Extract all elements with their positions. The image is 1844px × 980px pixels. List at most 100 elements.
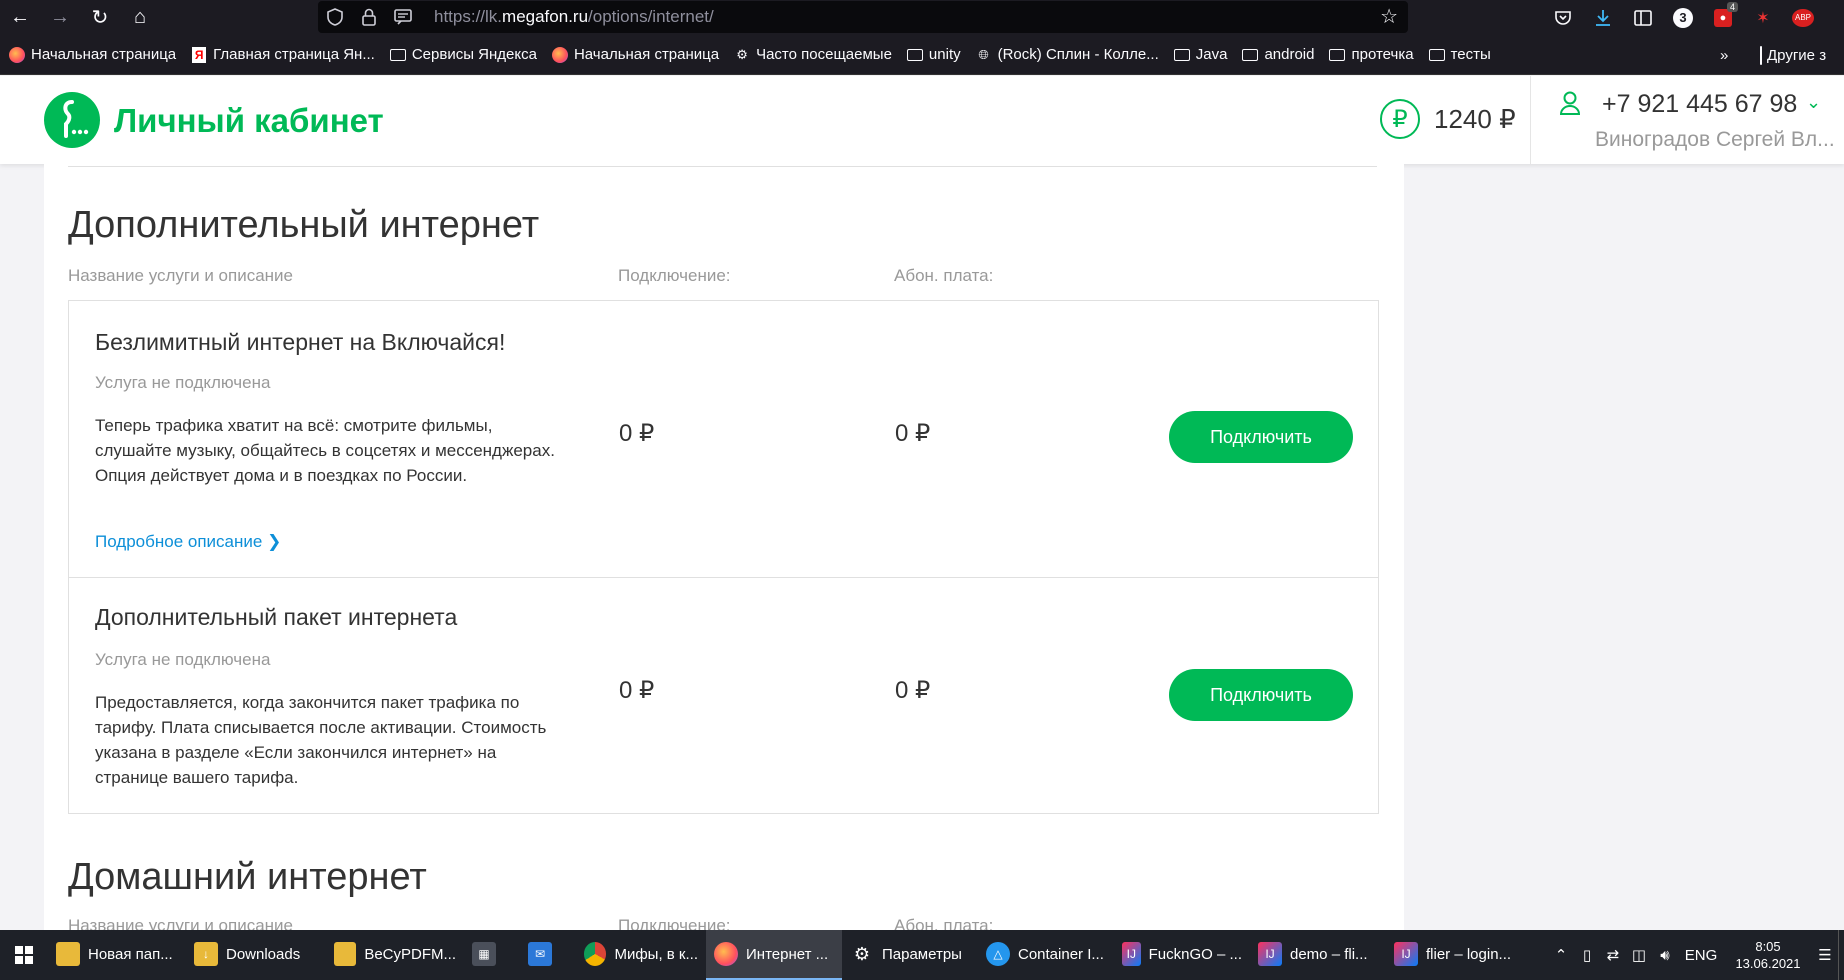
network-icon[interactable]: ◫ — [1626, 946, 1652, 964]
downloads-icon[interactable] — [1590, 5, 1616, 31]
taskbar-item[interactable]: ✉ — [520, 930, 576, 980]
taskbar-label: Downloads — [226, 945, 301, 963]
page-info-icon[interactable] — [386, 9, 420, 25]
bookmark-star-icon[interactable]: ☆ — [1380, 4, 1398, 29]
section-title: Дополнительный интернет — [68, 204, 540, 246]
taskbar-label: Новая пап... — [88, 945, 173, 963]
phone-link-icon[interactable]: ▯ — [1574, 946, 1600, 964]
clock[interactable]: 8:05 13.06.2021 — [1724, 938, 1812, 972]
taskbar-item[interactable]: IJ FucknGO – ... — [1114, 930, 1250, 980]
column-header-fee: Абон. плата: — [894, 916, 994, 930]
reload-icon[interactable]: ↻ — [80, 0, 120, 35]
taskbar-item[interactable]: △ Container I... — [978, 930, 1114, 980]
chevron-up-icon[interactable]: ⌃ — [1548, 946, 1574, 964]
chevron-down-icon[interactable]: ⌄ — [1806, 92, 1821, 113]
lock-icon[interactable] — [352, 8, 386, 26]
sidebar-icon[interactable] — [1630, 5, 1656, 31]
show-desktop-button[interactable] — [1838, 930, 1844, 980]
url-text[interactable]: https://lk.megafon.ru/options/internet/ — [434, 7, 714, 27]
other-bookmarks[interactable]: Другие з — [1760, 35, 1826, 75]
language-indicator[interactable]: ENG — [1678, 947, 1724, 964]
megafon-logo[interactable] — [44, 92, 100, 148]
gear-icon: ⚙ — [736, 46, 748, 62]
connect-button[interactable]: Подключить — [1169, 411, 1353, 463]
divider — [68, 166, 1377, 167]
folder-icon — [1428, 46, 1446, 64]
option-description: Теперь трафика хватит на всё: смотрите ф… — [95, 416, 555, 485]
option-row: Дополнительный пакет интернета Услуга не… — [69, 577, 1378, 813]
bookmark-item[interactable]: тесты — [1428, 46, 1491, 64]
clock-date: 13.06.2021 — [1735, 956, 1801, 971]
docker-icon: △ — [986, 942, 1010, 966]
taskbar-item[interactable]: IJ demo – fli... — [1250, 930, 1386, 980]
store-icon: ▦ — [472, 942, 496, 966]
page-title[interactable]: Личный кабинет — [114, 102, 384, 140]
extension-star-icon[interactable]: ✶ — [1750, 5, 1776, 31]
bookmark-item[interactable]: Я Главная страница Ян... — [190, 46, 375, 64]
taskbar: Новая пап... ↓ Downloads BeCyPDFM... ▦ ✉ … — [0, 930, 1844, 980]
taskbar-item[interactable]: BeCyPDFM... — [326, 930, 464, 980]
taskbar-item[interactable]: IJ flier – login... — [1386, 930, 1522, 980]
forward-icon[interactable]: → — [40, 0, 80, 35]
sync-icon[interactable]: ⇄ — [1600, 946, 1626, 964]
column-header-name: Название услуги и описание — [68, 266, 294, 285]
connection-price: 0 ₽ — [619, 420, 655, 447]
column-header-fee: Абон. плата: — [894, 266, 994, 285]
account-name[interactable]: Виноградов Сергей Вл... — [1595, 128, 1835, 152]
bookmarks-overflow-icon[interactable]: » — [1720, 35, 1728, 75]
details-link[interactable]: Подробное описание ❯ — [95, 532, 281, 552]
taskbar-item[interactable]: ⚙ Параметры — [842, 930, 978, 980]
bookmark-item[interactable]: протечка — [1328, 46, 1414, 64]
connection-price: 0 ₽ — [619, 677, 655, 704]
bookmark-label: unity — [928, 46, 961, 63]
bookmark-item[interactable]: Начальная страница — [551, 46, 719, 64]
intellij-icon: IJ — [1394, 942, 1418, 966]
taskbar-item[interactable]: Новая пап... — [48, 930, 186, 980]
taskbar-item[interactable]: Интернет ... — [706, 930, 842, 980]
notification-badge[interactable]: 3 — [1670, 5, 1696, 31]
url-bar[interactable]: https://lk.megafon.ru/options/internet/ … — [318, 1, 1408, 33]
connect-button[interactable]: Подключить — [1169, 669, 1353, 721]
taskbar-item[interactable]: ↓ Downloads — [186, 930, 326, 980]
bookmark-label: Часто посещаемые — [756, 46, 892, 63]
bookmark-item[interactable]: android — [1241, 46, 1314, 64]
mail-icon: ✉ — [528, 942, 552, 966]
globe-icon: 🌐︎ — [978, 46, 989, 62]
bookmark-item[interactable]: Начальная страница — [8, 46, 176, 64]
folder-icon — [1173, 46, 1191, 64]
balance[interactable]: ₽ 1240 ₽ — [1380, 99, 1516, 139]
taskbar-item[interactable]: Мифы, в к... — [576, 930, 706, 980]
addon-lock-icon[interactable]: ● 4 — [1710, 1, 1738, 31]
account-phone[interactable]: +7 921 445 67 98 — [1602, 90, 1797, 119]
taskbar-label: FucknGO – ... — [1148, 945, 1242, 963]
bookmark-item[interactable]: Сервисы Яндекса — [389, 46, 537, 64]
bookmark-item[interactable]: 🌐︎ (Rock) Сплин - Колле... — [975, 46, 1158, 64]
start-button[interactable] — [0, 930, 48, 980]
windows-icon — [15, 946, 33, 964]
back-icon[interactable]: ← — [0, 0, 40, 35]
gear-icon: ⚙ — [853, 943, 871, 964]
volume-icon[interactable]: 🔊︎ — [1652, 947, 1678, 964]
pocket-icon[interactable] — [1550, 5, 1576, 31]
bookmark-item[interactable]: unity — [906, 46, 961, 64]
folder-icon — [56, 942, 80, 966]
addon-badge-count: 4 — [1726, 1, 1738, 12]
taskbar-label: Container I... — [1018, 945, 1104, 963]
folder-icon — [906, 46, 924, 64]
shield-icon[interactable] — [318, 8, 352, 26]
adblock-icon[interactable]: ABP — [1790, 5, 1816, 31]
chevron-right-icon: ❯ — [267, 532, 282, 551]
yandex-icon: Я — [190, 46, 208, 64]
notifications-icon[interactable]: ☰ — [1812, 946, 1838, 964]
main-content: Дополнительный интернет Название услуги … — [44, 164, 1404, 930]
taskbar-label: Параметры — [882, 945, 962, 963]
bookmark-item[interactable]: ⚙ Часто посещаемые — [733, 46, 892, 64]
bookmark-item[interactable]: Java — [1173, 46, 1227, 64]
firefox-icon — [551, 46, 569, 64]
home-icon[interactable]: ⌂ — [120, 0, 160, 35]
bookmark-label: тесты — [1450, 46, 1491, 63]
firefox-icon — [8, 46, 26, 64]
ruble-icon: ₽ — [1380, 99, 1420, 139]
taskbar-item[interactable]: ▦ — [464, 930, 520, 980]
option-title: Безлимитный интернет на Включайся! — [95, 329, 506, 355]
